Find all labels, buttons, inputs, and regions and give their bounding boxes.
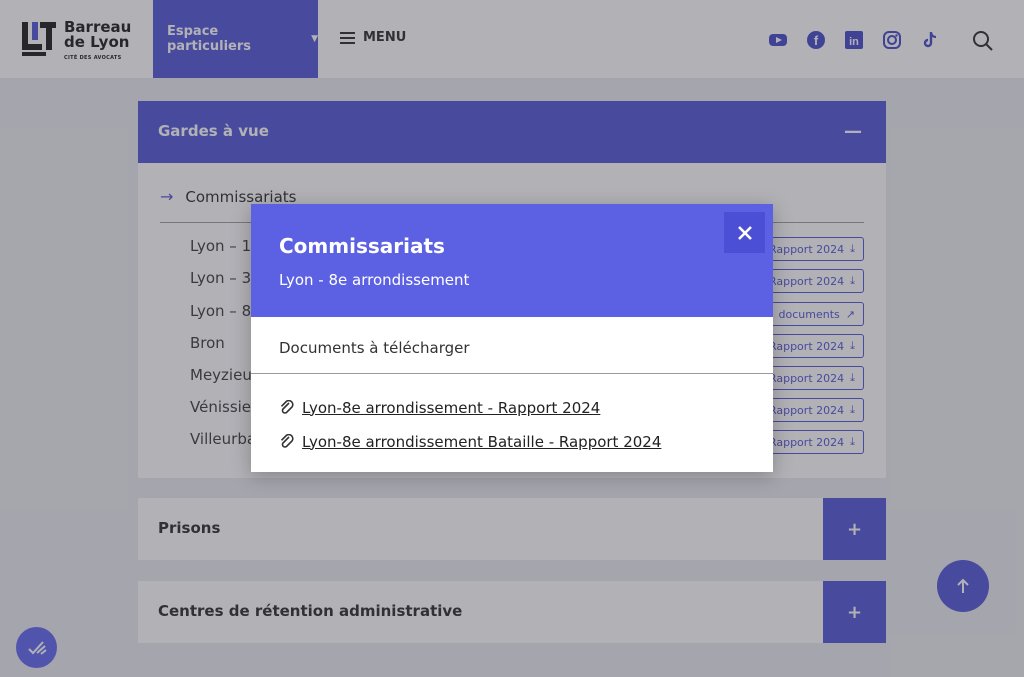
modal-section-title: Documents à télécharger xyxy=(251,317,773,374)
paperclip-icon xyxy=(280,433,294,448)
document-link[interactable]: Lyon-8e arrondissement - Rapport 2024 xyxy=(279,396,745,419)
document-list: Lyon-8e arrondissement - Rapport 2024 Ly… xyxy=(251,374,773,453)
document-link-label: Lyon-8e arrondissement Bataille - Rappor… xyxy=(302,432,662,451)
paperclip-icon xyxy=(280,399,294,414)
modal-subtitle: Lyon - 8e arrondissement xyxy=(279,271,470,289)
documents-modal: Commissariats Lyon - 8e arrondissement D… xyxy=(251,204,773,472)
document-link-label: Lyon-8e arrondissement - Rapport 2024 xyxy=(302,398,601,417)
modal-header: Commissariats Lyon - 8e arrondissement xyxy=(251,204,773,317)
close-icon xyxy=(737,225,752,240)
close-button[interactable] xyxy=(724,212,765,253)
document-link[interactable]: Lyon-8e arrondissement Bataille - Rappor… xyxy=(279,430,745,453)
modal-title: Commissariats xyxy=(279,234,445,258)
